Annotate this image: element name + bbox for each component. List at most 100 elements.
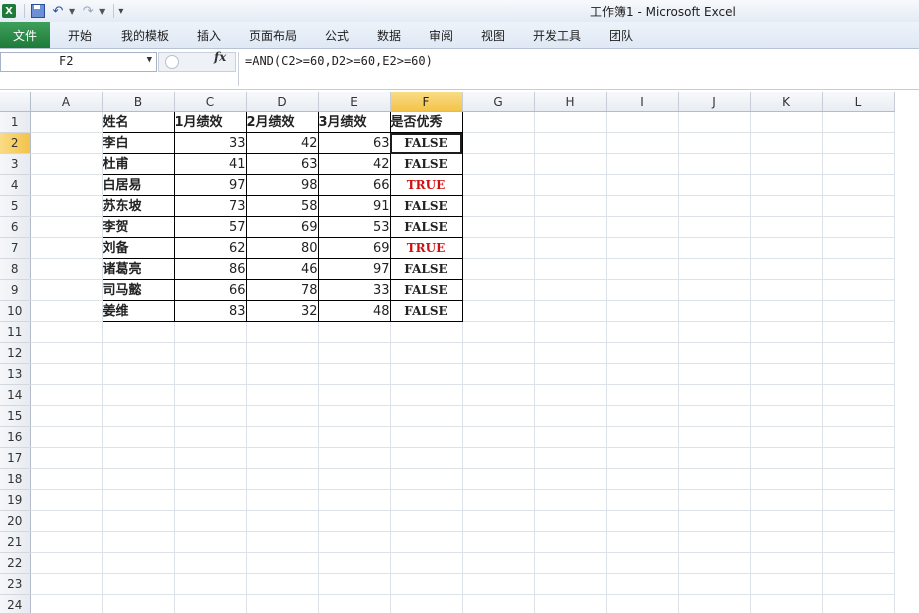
cell-e13[interactable] xyxy=(318,363,391,385)
cell-k7[interactable] xyxy=(750,237,823,259)
cell-j18[interactable] xyxy=(678,468,751,490)
undo-dropdown-icon[interactable]: ▼ xyxy=(69,7,75,16)
cell-g12[interactable] xyxy=(462,342,535,364)
cell-l11[interactable] xyxy=(822,321,895,343)
cell-l13[interactable] xyxy=(822,363,895,385)
cell-l1[interactable] xyxy=(822,111,895,133)
cell-h10[interactable] xyxy=(534,300,607,322)
cell-f13[interactable] xyxy=(390,363,463,385)
cell-h6[interactable] xyxy=(534,216,607,238)
row-header-20[interactable]: 20 xyxy=(0,510,31,532)
tab-insert[interactable]: 插入 xyxy=(197,22,221,48)
redo-dropdown-icon[interactable]: ▼ xyxy=(99,7,105,16)
cell-l19[interactable] xyxy=(822,489,895,511)
tab-my-templates[interactable]: 我的模板 xyxy=(121,22,169,48)
cell-e21[interactable] xyxy=(318,531,391,553)
cell-e22[interactable] xyxy=(318,552,391,574)
cell-j10[interactable] xyxy=(678,300,751,322)
cell-h4[interactable] xyxy=(534,174,607,196)
cell-g7[interactable] xyxy=(462,237,535,259)
cell-d19[interactable] xyxy=(246,489,319,511)
cell-a22[interactable] xyxy=(30,552,103,574)
cell-a21[interactable] xyxy=(30,531,103,553)
cell-e16[interactable] xyxy=(318,426,391,448)
cell-k24[interactable] xyxy=(750,594,823,613)
cell-f23[interactable] xyxy=(390,573,463,595)
cell-b17[interactable] xyxy=(102,447,175,469)
row-header-8[interactable]: 8 xyxy=(0,258,31,280)
row-header-12[interactable]: 12 xyxy=(0,342,31,364)
cell-i14[interactable] xyxy=(606,384,679,406)
cell-a19[interactable] xyxy=(30,489,103,511)
cell-g5[interactable] xyxy=(462,195,535,217)
cell-d18[interactable] xyxy=(246,468,319,490)
cell-c23[interactable] xyxy=(174,573,247,595)
cell-a24[interactable] xyxy=(30,594,103,613)
cell-d21[interactable] xyxy=(246,531,319,553)
cell-b16[interactable] xyxy=(102,426,175,448)
cell-f1[interactable]: 是否优秀 xyxy=(389,111,463,133)
cell-f12[interactable] xyxy=(390,342,463,364)
cell-b20[interactable] xyxy=(102,510,175,532)
cell-d15[interactable] xyxy=(246,405,319,427)
cell-d17[interactable] xyxy=(246,447,319,469)
cell-c6[interactable]: 57 xyxy=(173,216,247,238)
cell-h7[interactable] xyxy=(534,237,607,259)
column-header-b[interactable]: B xyxy=(102,92,175,112)
row-header-24[interactable]: 24 xyxy=(0,594,31,613)
cell-b4[interactable]: 白居易 xyxy=(101,174,175,196)
cell-i9[interactable] xyxy=(606,279,679,301)
cell-i11[interactable] xyxy=(606,321,679,343)
cell-f7[interactable]: TRUE xyxy=(389,237,463,259)
cell-b24[interactable] xyxy=(102,594,175,613)
cell-a1[interactable] xyxy=(30,111,103,133)
cell-d11[interactable] xyxy=(246,321,319,343)
cell-d10[interactable]: 32 xyxy=(245,300,319,322)
cell-f10[interactable]: FALSE xyxy=(389,300,463,322)
cell-a13[interactable] xyxy=(30,363,103,385)
row-header-13[interactable]: 13 xyxy=(0,363,31,385)
cell-k23[interactable] xyxy=(750,573,823,595)
cell-a9[interactable] xyxy=(30,279,103,301)
row-header-6[interactable]: 6 xyxy=(0,216,31,238)
cell-d3[interactable]: 63 xyxy=(245,153,319,175)
column-header-l[interactable]: L xyxy=(822,92,895,112)
cell-l6[interactable] xyxy=(822,216,895,238)
save-icon[interactable] xyxy=(29,2,47,20)
cell-c12[interactable] xyxy=(174,342,247,364)
column-header-f[interactable]: F xyxy=(390,92,463,112)
cell-l5[interactable] xyxy=(822,195,895,217)
cell-i24[interactable] xyxy=(606,594,679,613)
row-header-18[interactable]: 18 xyxy=(0,468,31,490)
cell-c1[interactable]: 1月绩效 xyxy=(173,111,247,133)
cell-g18[interactable] xyxy=(462,468,535,490)
cell-i19[interactable] xyxy=(606,489,679,511)
cell-a5[interactable] xyxy=(30,195,103,217)
cell-h19[interactable] xyxy=(534,489,607,511)
cell-a12[interactable] xyxy=(30,342,103,364)
row-header-10[interactable]: 10 xyxy=(0,300,31,322)
cell-j15[interactable] xyxy=(678,405,751,427)
column-header-k[interactable]: K xyxy=(750,92,823,112)
cell-f24[interactable] xyxy=(390,594,463,613)
cell-g13[interactable] xyxy=(462,363,535,385)
cell-k14[interactable] xyxy=(750,384,823,406)
row-header-16[interactable]: 16 xyxy=(0,426,31,448)
cell-g3[interactable] xyxy=(462,153,535,175)
cell-b11[interactable] xyxy=(102,321,175,343)
cell-b19[interactable] xyxy=(102,489,175,511)
name-box-dropdown-icon[interactable]: ▼ xyxy=(147,55,152,65)
column-header-j[interactable]: J xyxy=(678,92,751,112)
cell-a6[interactable] xyxy=(30,216,103,238)
cell-i13[interactable] xyxy=(606,363,679,385)
cell-b21[interactable] xyxy=(102,531,175,553)
cell-c19[interactable] xyxy=(174,489,247,511)
cell-c9[interactable]: 66 xyxy=(173,279,247,301)
cell-i22[interactable] xyxy=(606,552,679,574)
cell-i12[interactable] xyxy=(606,342,679,364)
cell-j1[interactable] xyxy=(678,111,751,133)
cell-c5[interactable]: 73 xyxy=(173,195,247,217)
cell-a16[interactable] xyxy=(30,426,103,448)
cell-c21[interactable] xyxy=(174,531,247,553)
cell-k8[interactable] xyxy=(750,258,823,280)
